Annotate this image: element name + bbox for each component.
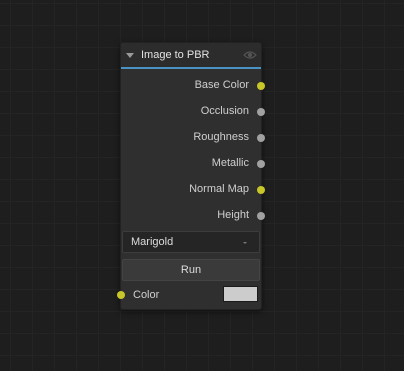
output-label: Base Color <box>194 79 249 91</box>
output-label: Metallic <box>211 157 249 169</box>
model-select-value: Marigold <box>131 236 174 248</box>
image-to-pbr-node[interactable]: Image to PBR Base Color Occlusion Roughn… <box>117 42 265 310</box>
output-label: Roughness <box>193 131 249 143</box>
output-row-metallic: Metallic <box>121 154 265 174</box>
output-label: Occlusion <box>200 105 249 117</box>
node-header[interactable]: Image to PBR <box>121 43 261 69</box>
output-row-base-color: Base Color <box>121 76 265 96</box>
output-row-height: Height <box>121 206 265 226</box>
output-row-roughness: Roughness <box>121 128 265 148</box>
color-swatch[interactable] <box>223 286 258 302</box>
input-row-color: Color <box>117 285 261 305</box>
node-title: Image to PBR <box>141 49 210 61</box>
output-row-occlusion: Occlusion <box>121 102 265 122</box>
output-socket-metallic[interactable] <box>257 160 265 168</box>
output-socket-height[interactable] <box>257 212 265 220</box>
input-socket-color[interactable] <box>117 291 125 299</box>
output-socket-occlusion[interactable] <box>257 108 265 116</box>
output-label: Normal Map <box>189 183 249 195</box>
output-row-normal-map: Normal Map <box>121 180 265 200</box>
output-socket-normal-map[interactable] <box>257 186 265 194</box>
output-socket-base-color[interactable] <box>257 82 265 90</box>
run-button[interactable]: Run <box>122 259 260 281</box>
output-label: Height <box>217 209 249 221</box>
eye-icon[interactable] <box>243 49 257 61</box>
model-select-dropdown[interactable]: Marigold <box>122 231 260 253</box>
output-socket-roughness[interactable] <box>257 134 265 142</box>
collapse-arrow-icon[interactable] <box>126 53 134 58</box>
dropdown-arrow-icon <box>243 242 247 244</box>
input-label: Color <box>133 289 160 301</box>
